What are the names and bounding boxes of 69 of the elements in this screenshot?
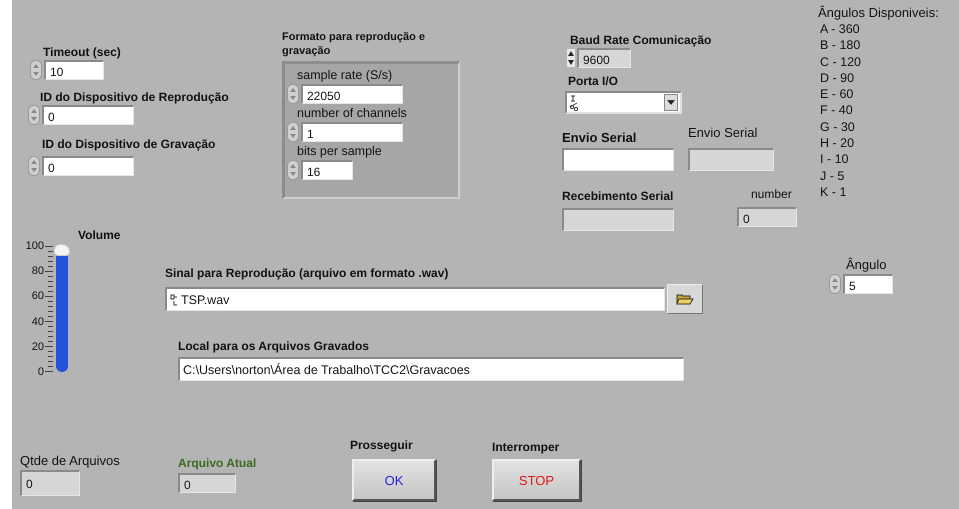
path-field[interactable]: TSP.wav [165,287,665,311]
scale-label: 40 [32,316,44,328]
spinner-arrows[interactable] [287,122,299,142]
path-field[interactable]: C:\Users\norton\Área de Trabalho\TCC2\Gravacoes [178,357,684,381]
field-label: number of channels [297,105,408,122]
legend-item: D - 90 [820,70,854,86]
numeric-indicator: 0 [737,207,797,227]
text-field[interactable] [562,148,674,171]
field-label: Envio Serial [688,125,758,140]
ok-button[interactable]: OK [352,459,436,501]
stepper-arrows[interactable] [567,49,575,67]
legend-item: J - 5 [820,168,844,184]
spinner-arrows[interactable] [30,60,42,80]
spinner-arrows[interactable] [287,84,299,104]
scale-label: 0 [38,366,44,378]
io-resource-icon [569,94,579,110]
numeric-field[interactable]: 1 [301,122,403,142]
field-label: Ângulo [846,257,886,272]
field-label: ID do Dispositivo de Gravação [42,137,216,152]
field-label: Local para os Arquivos Gravados [178,339,369,354]
spinner-arrows[interactable] [28,156,40,176]
numeric-indicator: 0 [20,470,80,496]
field-label: number [751,187,792,202]
numeric-field[interactable]: 5 [843,274,893,294]
spinner-arrows[interactable] [829,274,841,294]
legend-item: K - 1 [820,184,846,200]
numeric-field[interactable]: 16 [301,160,353,180]
cluster-title: Formato para reprodução e gravação [282,30,426,58]
field-label: Arquivo Atual [178,456,256,471]
field-label: ID do Dispositivo de Reprodução [40,90,229,105]
field-label: Sinal para Reprodução (arquivo em formato .wav) [165,266,448,281]
numeric-field[interactable]: 0 [42,156,134,176]
legend-item: B - 180 [820,37,860,54]
port-dropdown[interactable] [565,91,682,114]
field-label: bits per sample [297,143,383,160]
legend-item: I - 10 [820,151,848,168]
field-label: Recebimento Serial [562,189,674,204]
spinner-arrows[interactable] [28,105,40,125]
numeric-field[interactable]: 22050 [301,84,403,104]
scale-label: 80 [32,265,44,278]
field-label: sample rate (S/s) [297,67,394,84]
field-label: Porta I/O [568,74,618,89]
legend-item: C - 120 [820,54,861,70]
spinner-arrows[interactable] [287,160,299,180]
legend-title: Ângulos Disponiveis: [818,4,939,21]
path-icon [170,294,178,306]
folder-icon [676,293,694,305]
field-label: Timeout (sec) [43,45,121,60]
legend-item: H - 20 [820,135,854,152]
numeric-field[interactable]: 0 [42,105,134,125]
button-label: Prosseguir [350,438,413,453]
numeric-field[interactable]: 9600 [577,48,631,68]
slider-thumb[interactable] [54,244,70,256]
numeric-indicator: 0 [178,473,236,493]
field-label: Baud Rate Comunicação [570,33,712,48]
field-label: Envio Serial [562,130,636,145]
numeric-field[interactable]: 10 [44,60,104,80]
button-label: Interromper [492,440,560,455]
scale-label: 60 [32,290,44,302]
scale-label: 20 [32,340,44,353]
field-label: Qtde de Arquivos [20,453,120,468]
slider-label: Volume [78,228,120,243]
legend-item: F - 40 [820,102,853,119]
legend-item: G - 30 [820,118,855,136]
browse-button[interactable] [667,284,703,314]
scale-label: 100 [26,240,44,252]
legend-item: A - 360 [820,21,860,38]
legend-item: E - 60 [820,86,854,102]
dropdown-arrow-icon [667,100,675,105]
